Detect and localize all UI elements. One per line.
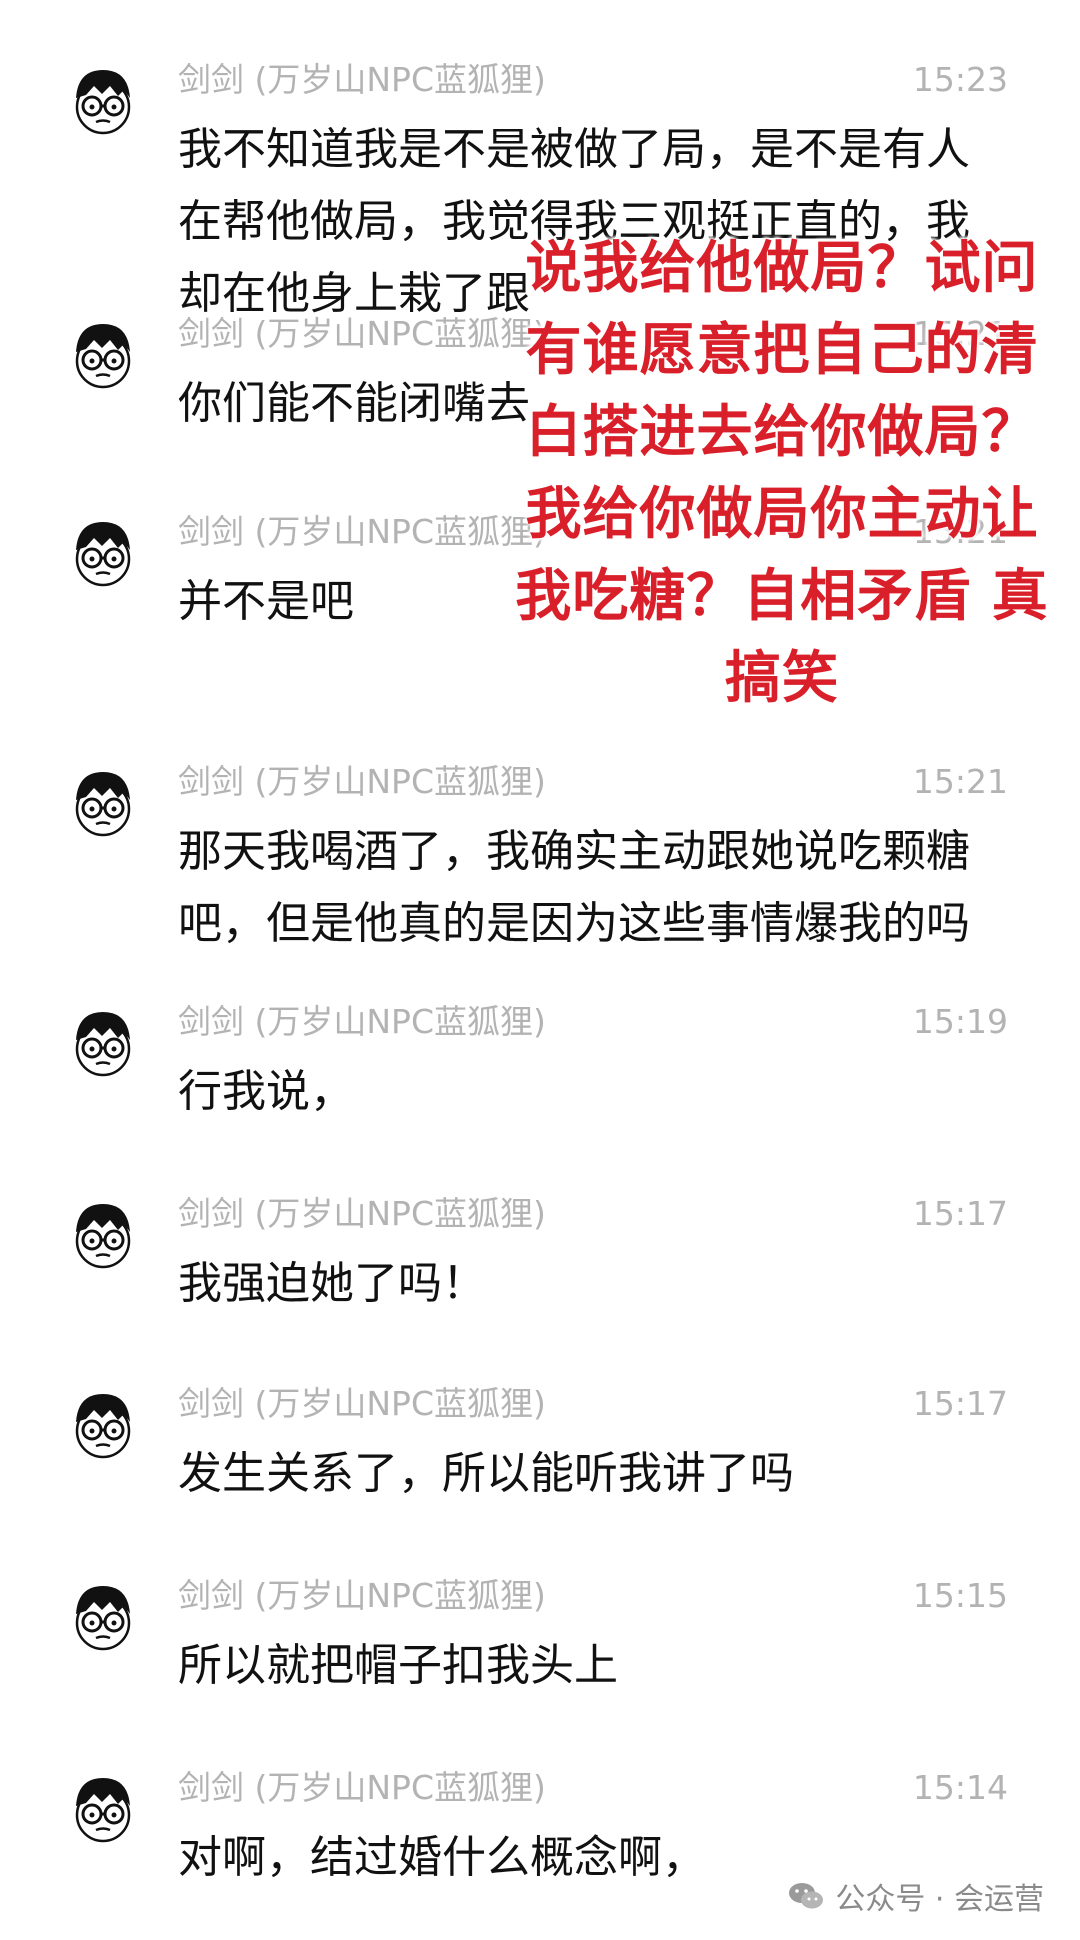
cartoon-avatar-icon[interactable] bbox=[64, 1004, 142, 1082]
sender-name[interactable]: 剑剑 (万岁山NPC蓝狐狸) bbox=[178, 1000, 546, 1044]
message-text: 所以就把帽子扣我头上 bbox=[178, 1640, 618, 1691]
sender-name[interactable]: 剑剑 (万岁山NPC蓝狐狸) bbox=[178, 1382, 546, 1426]
message-time: 15:17 bbox=[912, 1384, 1008, 1423]
message-text: 我强迫她了吗！ bbox=[178, 1258, 486, 1309]
cartoon-avatar-icon[interactable] bbox=[64, 1770, 142, 1848]
overlay-line: 搞笑 bbox=[725, 646, 839, 711]
message-time: 15:15 bbox=[912, 1576, 1008, 1615]
watermark: 公众号 · 会运营 bbox=[787, 1874, 1044, 1918]
overlay-line: 说我给他做局？试问 bbox=[525, 236, 1039, 301]
message-time: 15:14 bbox=[912, 1768, 1008, 1807]
cartoon-avatar-icon[interactable] bbox=[64, 514, 142, 592]
cartoon-avatar-icon[interactable] bbox=[64, 1578, 142, 1656]
watermark-text: 公众号 · 会运营 bbox=[835, 1882, 1044, 1917]
message-text: 发生关系了，所以能听我讲了吗 bbox=[178, 1448, 794, 1499]
sender-name[interactable]: 剑剑 (万岁山NPC蓝狐狸) bbox=[178, 1574, 546, 1618]
sender-name[interactable]: 剑剑 (万岁山NPC蓝狐狸) bbox=[178, 58, 546, 102]
red-overlay-annotation: 说我给他做局？试问 有谁愿意把自己的清 白搭进去给你做局？ 我给你做局你主动让 … bbox=[512, 228, 1052, 720]
message-time: 15:23 bbox=[912, 60, 1008, 99]
sender-name[interactable]: 剑剑 (万岁山NPC蓝狐狸) bbox=[178, 1766, 546, 1810]
overlay-line: 白搭进去给你做局？ bbox=[525, 400, 1039, 465]
overlay-line: 有谁愿意把自己的清 bbox=[525, 318, 1039, 383]
message-time: 15:17 bbox=[912, 1194, 1008, 1233]
sender-name[interactable]: 剑剑 (万岁山NPC蓝狐狸) bbox=[178, 760, 546, 804]
overlay-line: 我吃糖？自相矛盾 真 bbox=[515, 564, 1049, 629]
sender-name[interactable]: 剑剑 (万岁山NPC蓝狐狸) bbox=[178, 1192, 546, 1236]
sender-name[interactable]: 剑剑 (万岁山NPC蓝狐狸) bbox=[178, 510, 546, 554]
overlay-line: 我给你做局你主动让 bbox=[525, 482, 1039, 547]
message-time: 15:19 bbox=[912, 1002, 1008, 1041]
sender-name[interactable]: 剑剑 (万岁山NPC蓝狐狸) bbox=[178, 312, 546, 356]
cartoon-avatar-icon[interactable] bbox=[64, 1386, 142, 1464]
message-time: 15:21 bbox=[912, 762, 1008, 801]
cartoon-avatar-icon[interactable] bbox=[64, 764, 142, 842]
message-text: 行我说， bbox=[178, 1066, 354, 1117]
cartoon-avatar-icon[interactable] bbox=[64, 1196, 142, 1274]
cartoon-avatar-icon[interactable] bbox=[64, 62, 142, 140]
wechat-icon bbox=[787, 1881, 825, 1911]
cartoon-avatar-icon[interactable] bbox=[64, 316, 142, 394]
message-text: 那天我喝酒了，我确实主动跟她说吃颗糖吧，但是他真的是因为这些事情爆我的吗 bbox=[178, 826, 970, 949]
